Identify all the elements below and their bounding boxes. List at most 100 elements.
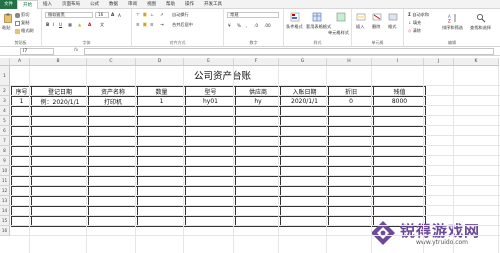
tab-operate[interactable]: 操作 [180,0,199,9]
tab-view[interactable]: 视图 [142,0,161,9]
tab-data[interactable]: 数据 [104,0,123,9]
phonetic-icon[interactable]: 文 [100,22,104,28]
bold-button[interactable]: B [46,22,49,27]
column-header-d[interactable]: D [136,58,184,66]
row-header-3[interactable]: 3 [0,96,10,106]
column-header-f[interactable]: F [234,58,279,66]
fill-button[interactable]: ↓ 填充 [408,20,421,26]
currency-icon[interactable]: ¥ [228,23,231,28]
gridline [10,95,500,96]
align-middle-icon[interactable]: ≡ [143,12,147,17]
conditional-format-button[interactable]: 条件格式 [286,24,303,30]
row-header-15[interactable]: 15 [0,216,10,226]
tab-page-layout[interactable]: 页面布局 [57,0,85,9]
sort-filter-button[interactable]: 排序和筛选 [442,25,463,31]
column-header-j[interactable]: J [424,58,454,66]
delete-button[interactable]: 删除 [372,24,380,30]
column-header-b[interactable]: B [30,58,87,66]
align-bottom-icon[interactable]: ⊥ [150,12,154,17]
align-right-icon[interactable]: ≡ [150,22,154,27]
gridline [453,66,454,253]
eraser-icon: ◇ [408,28,412,33]
tab-insert[interactable]: 插入 [38,0,57,9]
format-painter-button[interactable]: 格式刷 [15,28,34,34]
column-header-a[interactable]: A [10,58,30,66]
tab-review[interactable]: 审阅 [123,0,142,9]
orientation-icon[interactable]: ↗ [160,12,164,17]
row-header-16[interactable]: 16 [0,226,10,236]
tab-developer[interactable]: 开发工具 [199,0,227,9]
italic-button[interactable]: I [53,22,54,27]
row-header-9[interactable]: 9 [0,156,10,166]
gridline [10,205,500,206]
column-header-i[interactable]: I [372,58,424,66]
row-header-4[interactable]: 4 [0,106,10,116]
column-header-c[interactable]: C [87,58,136,66]
grow-font-icon[interactable]: A [111,12,114,17]
insert-button[interactable]: 插入 [356,24,364,30]
gridline [10,145,500,146]
group-clipboard: 粘贴 剪切 复制 格式刷 剪贴板 [0,9,42,47]
tab-file[interactable]: 文件 [0,0,17,9]
autosum-button[interactable]: Σ 自动求和 [408,12,429,18]
group-editing: Σ 自动求和 ↓ 填充 ◇ 清除 A Z 排序和筛选 查找和选择 编辑 [404,9,500,47]
tab-help[interactable]: 帮助 [161,0,180,9]
font-color-icon[interactable]: A [88,22,91,27]
brush-icon [15,28,20,34]
column-header-g[interactable]: G [279,58,327,66]
row-header-10[interactable]: 10 [0,166,10,176]
row-header-12[interactable]: 12 [0,186,10,196]
row-header-11[interactable]: 11 [0,176,10,186]
column-header-e[interactable]: E [184,58,234,66]
column-header-k[interactable]: K [454,58,499,66]
row-header-1[interactable]: 1 [0,66,10,86]
wrap-text-button[interactable]: 自动换行 [172,12,189,18]
tab-home[interactable]: 开始 [17,0,38,9]
row-header-14[interactable]: 14 [0,206,10,216]
merge-center-button[interactable]: 合并后居中 [172,22,193,28]
paste-button[interactable]: 粘贴 [2,25,10,31]
find-select-button[interactable]: 查找和选择 [470,25,491,31]
percent-icon[interactable]: % [237,23,241,28]
select-all-corner[interactable] [0,58,10,66]
fill-color-icon[interactable]: ▲ [78,22,81,27]
row-header-8[interactable]: 8 [0,146,10,156]
number-format-select[interactable]: 常规 [227,12,279,18]
group-number: 常规 ¥ % , .0 .00 数字 [224,9,284,47]
font-size-select[interactable]: 16 [95,12,109,18]
row-header-7[interactable]: 7 [0,136,10,146]
gridline [183,66,184,253]
fx-icon[interactable]: fx [74,48,78,53]
copy-button[interactable]: 复制 [15,20,29,26]
comma-icon[interactable]: , [246,23,247,28]
styles-group-label: 样式 [313,40,322,45]
increase-decimal-icon[interactable]: .0 [254,23,258,28]
clipboard-group-label: 剪贴板 [14,40,27,45]
tab-formulas[interactable]: 公式 [85,0,104,9]
format-button[interactable]: 格式 [388,24,396,30]
cut-button[interactable]: 剪切 [15,12,29,18]
gridline [10,185,500,186]
cell-styles-button[interactable]: 单元格样式 [328,30,349,36]
formula-input[interactable] [84,48,494,55]
row-header-6[interactable]: 6 [0,126,10,136]
name-box[interactable]: I7 [20,48,54,55]
align-left-icon[interactable]: ≡ [136,22,140,27]
gridline [10,105,500,106]
number-group-label: 数字 [249,40,258,45]
row-header-5[interactable]: 5 [0,116,10,126]
gridline [498,66,499,253]
indent-icon[interactable]: ⇥ [160,22,164,27]
shrink-font-icon[interactable]: A [118,13,121,18]
worksheet-grid[interactable]: 公司资产台账 序号 登记日期 资产名称 数量 型号 供应商 入账日期 折旧 残值 1 例：2020/… [0,58,500,253]
align-center-icon[interactable]: ≡ [143,22,147,27]
underline-button[interactable]: U [59,22,62,27]
border-icon[interactable]: ▦ [68,22,72,27]
clear-button[interactable]: ◇ 清除 [408,28,421,34]
row-header-2[interactable]: 2 [0,86,10,96]
column-header-h[interactable]: H [327,58,372,66]
font-name-select[interactable]: 微软雅黑 [45,12,93,18]
decrease-decimal-icon[interactable]: .00 [264,23,271,28]
row-header-13[interactable]: 13 [0,196,10,206]
align-top-icon[interactable]: ⊤ [136,12,140,17]
